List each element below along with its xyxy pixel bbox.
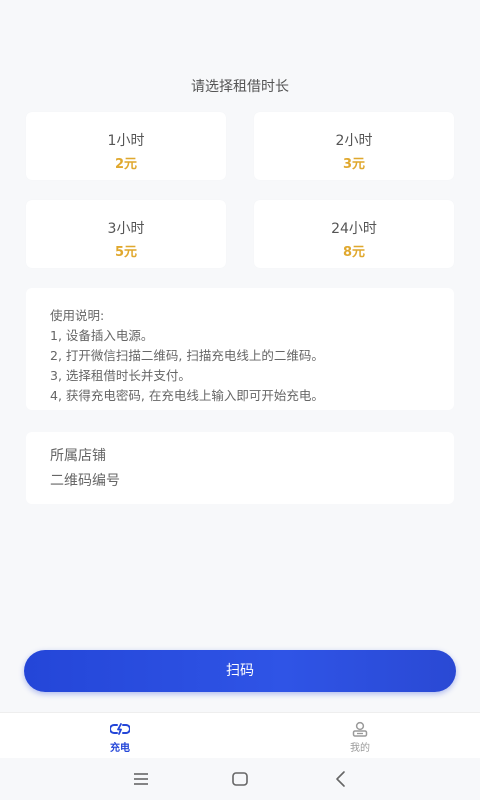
qr-code-number-label: 二维码编号 xyxy=(50,473,120,489)
tab-profile[interactable]: 我的 xyxy=(240,713,480,759)
home-icon[interactable] xyxy=(229,768,251,790)
page-title: 请选择租借时长 xyxy=(191,79,289,95)
option-duration: 2小时 xyxy=(335,133,373,149)
tab-label: 充电 xyxy=(110,743,130,754)
tab-charging[interactable]: 充电 xyxy=(0,713,240,759)
instructions-heading: 使用说明: xyxy=(50,308,105,323)
instruction-step: 4, 获得充电密码, 在充电线上输入即可开始充电。 xyxy=(50,388,324,403)
option-price: 8元 xyxy=(342,245,366,260)
tab-bar: 充电 我的 xyxy=(0,712,480,759)
option-duration: 3小时 xyxy=(107,221,145,237)
tab-label: 我的 xyxy=(350,743,370,754)
rental-screen: 请选择租借时长 1小时 2元 2小时 3元 3小时 5元 24小时 8元 使用说… xyxy=(0,0,480,800)
menu-icon[interactable] xyxy=(130,768,152,790)
instruction-step: 3, 选择租借时长并支付。 xyxy=(50,368,191,383)
rental-option-24h[interactable]: 24小时 8元 xyxy=(254,200,454,268)
charging-icon xyxy=(110,723,130,735)
option-price: 2元 xyxy=(114,157,138,172)
instruction-step: 2, 打开微信扫描二维码, 扫描充电线上的二维码。 xyxy=(50,348,324,363)
option-duration: 24小时 xyxy=(331,221,377,237)
scan-button[interactable]: 扫码 xyxy=(24,650,456,692)
option-price: 3元 xyxy=(342,157,366,172)
option-duration: 1小时 xyxy=(107,133,145,149)
instruction-step: 1, 设备插入电源。 xyxy=(50,328,154,343)
profile-icon xyxy=(352,721,368,737)
store-label: 所属店铺 xyxy=(50,448,106,464)
rental-option-1h[interactable]: 1小时 2元 xyxy=(26,112,226,180)
rental-option-3h[interactable]: 3小时 5元 xyxy=(26,200,226,268)
instructions-card: 使用说明: 1, 设备插入电源。 2, 打开微信扫描二维码, 扫描充电线上的二维… xyxy=(26,288,454,410)
option-price: 5元 xyxy=(114,245,138,260)
system-navigation-bar xyxy=(0,758,480,800)
shop-info-card: 所属店铺 二维码编号 xyxy=(26,432,454,504)
back-icon[interactable] xyxy=(330,768,352,790)
rental-option-2h[interactable]: 2小时 3元 xyxy=(254,112,454,180)
